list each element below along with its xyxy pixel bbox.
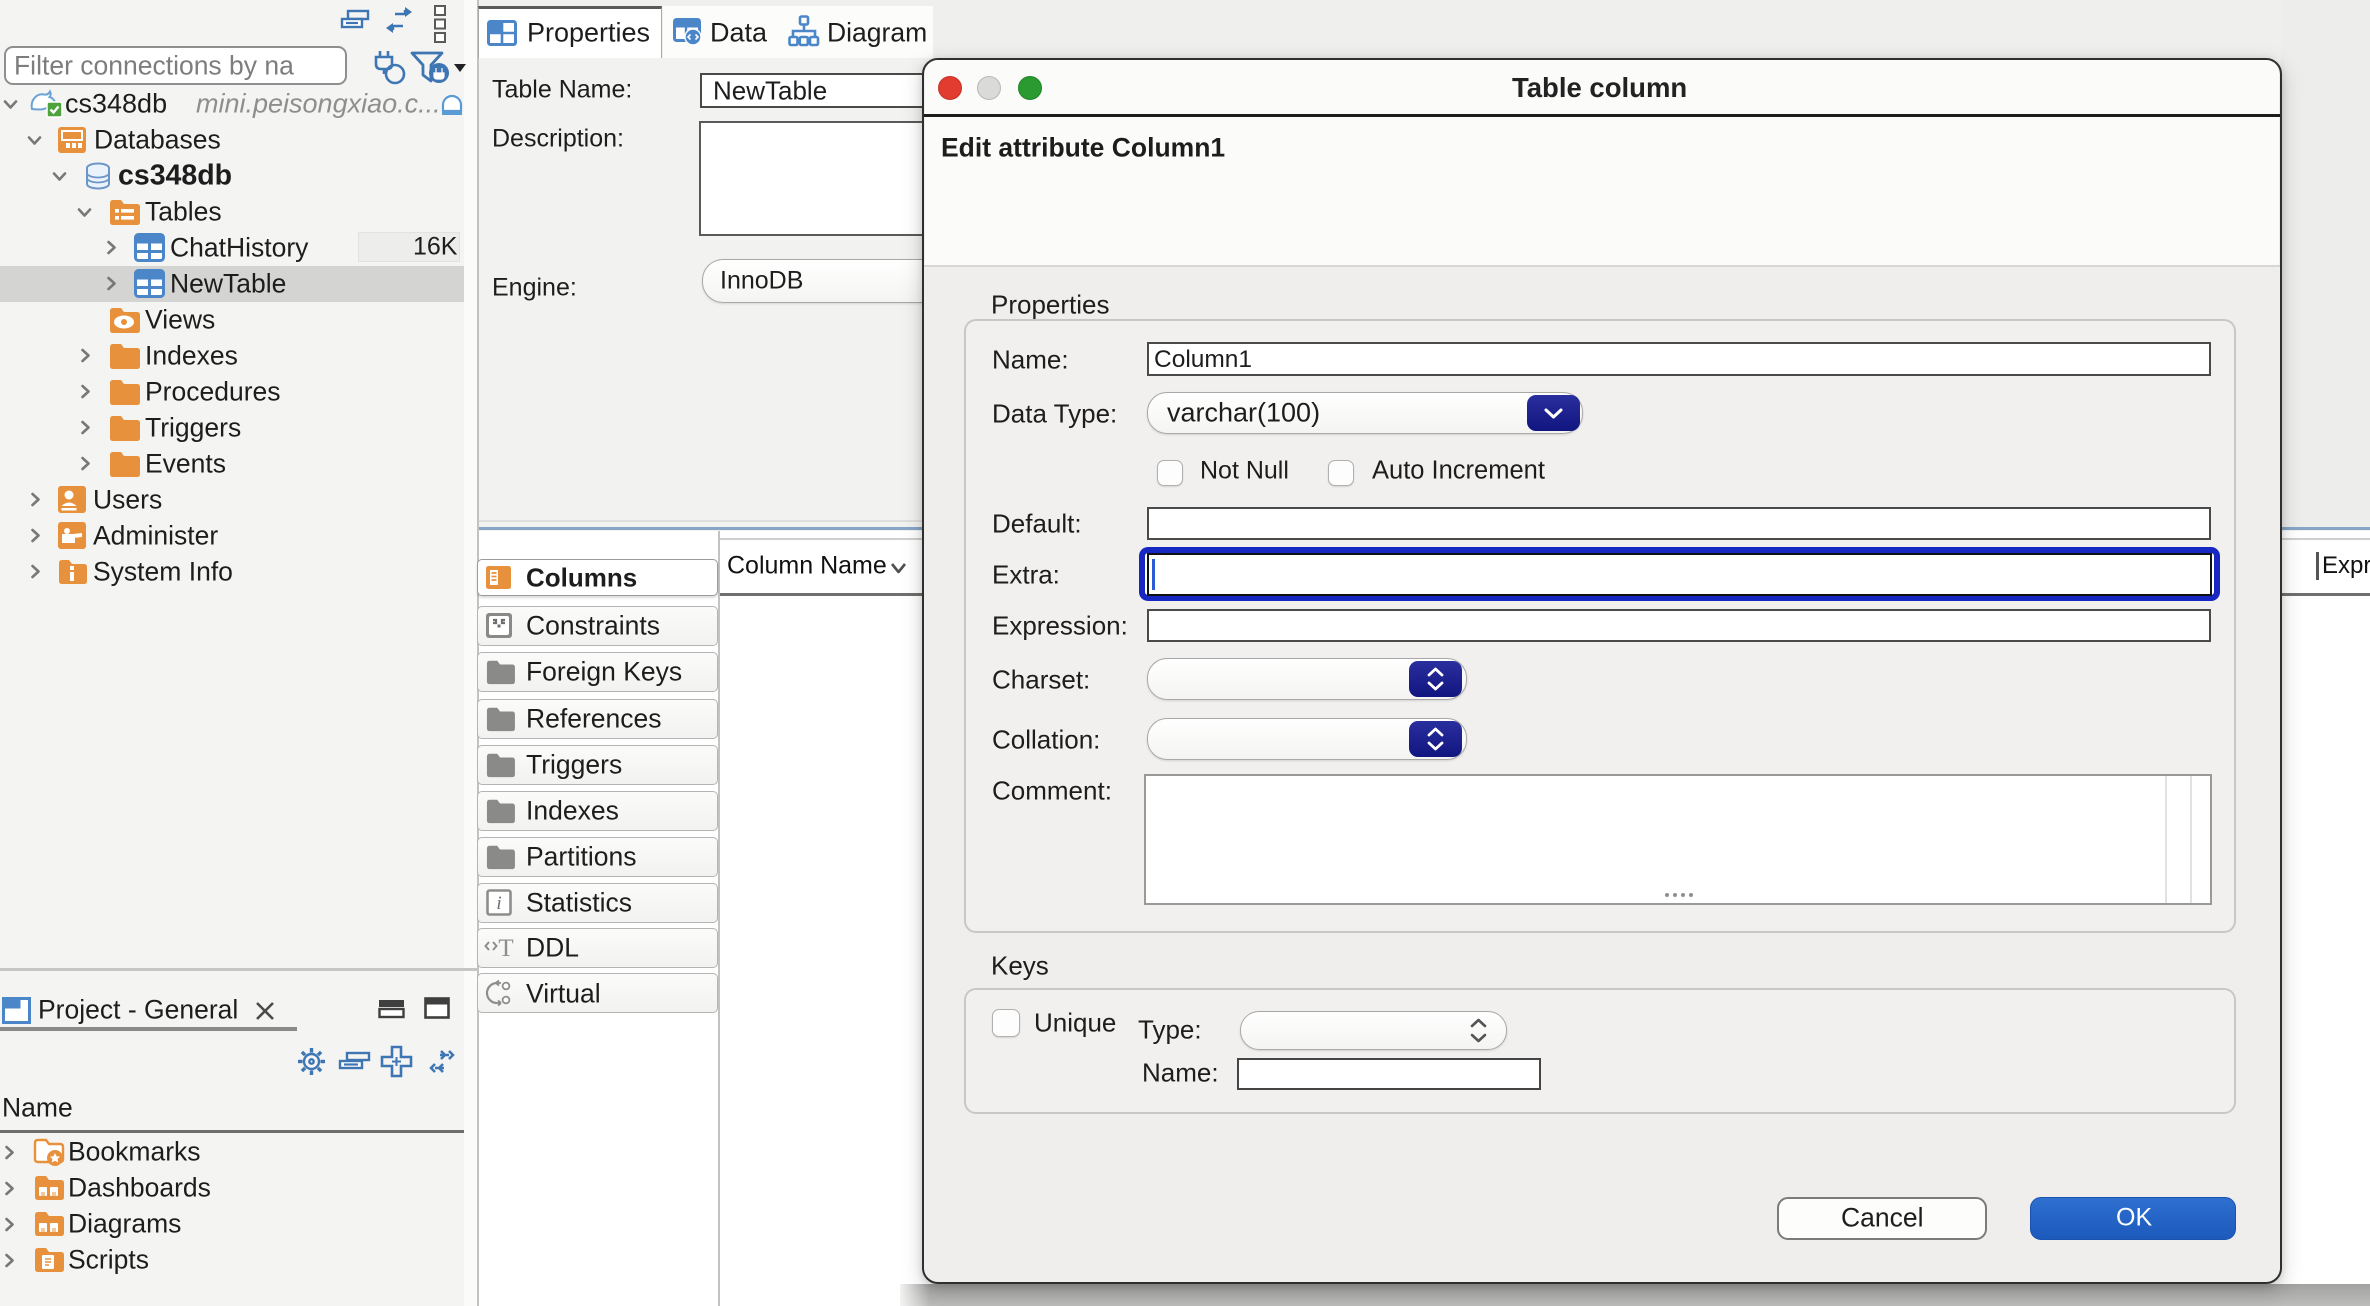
svg-text:i: i	[496, 893, 501, 914]
svg-text:T: T	[498, 935, 513, 962]
